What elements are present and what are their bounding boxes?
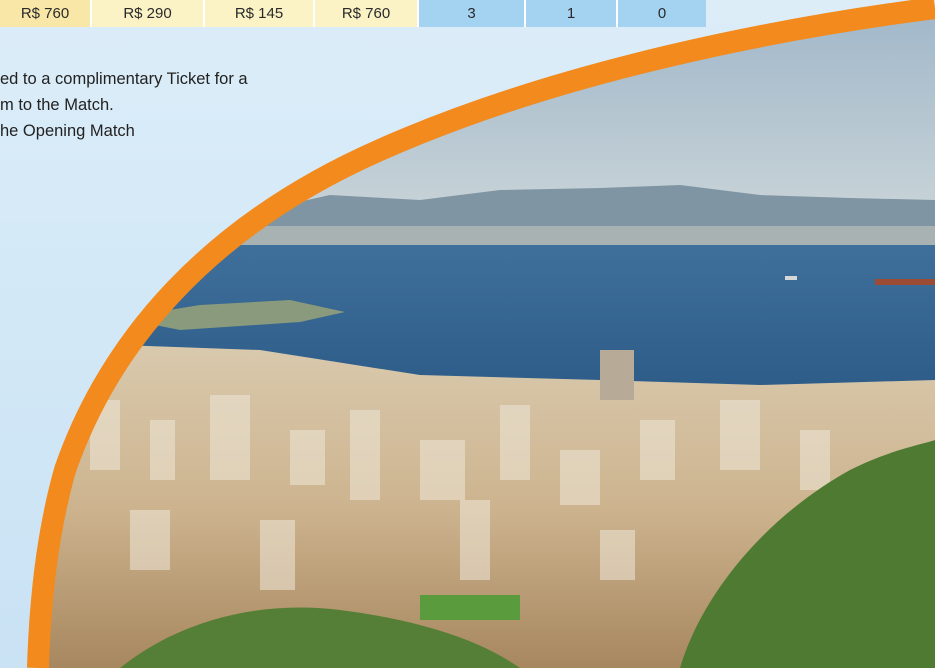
photo-svg [27, 0, 935, 668]
far-shore [230, 226, 935, 248]
boat [785, 276, 797, 280]
ship [875, 279, 935, 285]
tall-building [600, 350, 634, 400]
city-bay-photo [0, 0, 935, 668]
football-pitch [420, 595, 520, 620]
